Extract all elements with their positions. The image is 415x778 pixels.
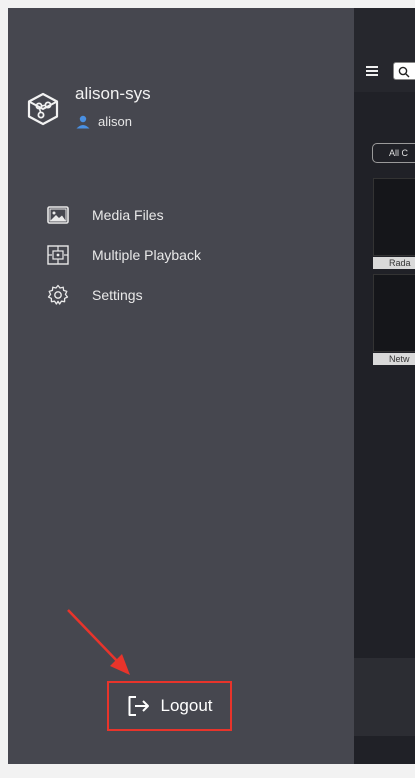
menu-icon[interactable]: [366, 66, 378, 76]
app-screen: All C Rada Netw alison-sys alison Media …: [8, 8, 415, 764]
menu-item-settings[interactable]: Settings: [46, 284, 143, 306]
pointer-arrow-icon: [67, 609, 130, 675]
search-icon: [398, 66, 410, 78]
device-label: Netw: [373, 353, 415, 365]
menu-item-multiple-playback[interactable]: Multiple Playback: [46, 244, 201, 266]
logout-button[interactable]: Logout: [107, 681, 232, 731]
side-drawer: alison-sys alison Media Files Multiple P…: [8, 8, 354, 764]
image-icon: [46, 204, 70, 226]
system-name: alison-sys: [75, 84, 151, 103]
menu-item-label: Media Files: [92, 207, 164, 223]
filter-dropdown[interactable]: All C: [372, 143, 415, 163]
search-input[interactable]: [393, 62, 415, 80]
multi-view-icon: [46, 244, 70, 266]
gear-icon: [46, 284, 70, 306]
device-thumbnail[interactable]: [373, 274, 415, 352]
menu-item-label: Multiple Playback: [92, 247, 201, 263]
username: alison: [98, 114, 132, 129]
device-thumbnail[interactable]: [373, 178, 415, 256]
main-content: All C Rada Netw: [354, 8, 415, 764]
top-bar: [354, 8, 415, 92]
user-icon: [76, 115, 90, 128]
device-label: Rada: [373, 257, 415, 269]
menu-item-label: Settings: [92, 287, 143, 303]
logout-label: Logout: [160, 696, 213, 715]
cube-network-icon: [27, 92, 59, 126]
menu-item-media-files[interactable]: Media Files: [46, 204, 164, 226]
user-info: alison: [75, 114, 132, 129]
bottom-bar: [354, 658, 415, 736]
logout-icon: [128, 696, 149, 716]
